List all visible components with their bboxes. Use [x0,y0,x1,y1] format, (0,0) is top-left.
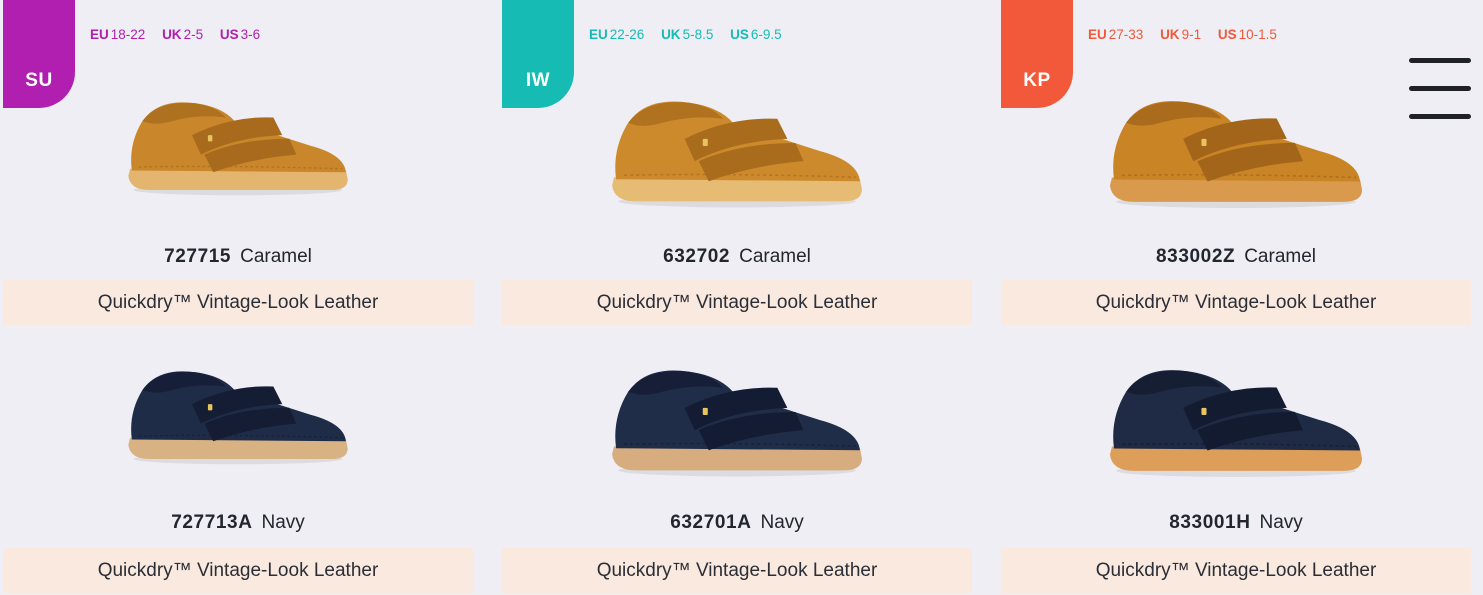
material-label: Quickdry™ Vintage-Look Leather [1001,280,1471,325]
size-chart: EU 27-33 UK 9-1 US 10-1.5 [1088,27,1290,42]
shoe-illustration [1109,101,1363,208]
material-label: Quickdry™ Vintage-Look Leather [502,548,972,593]
product-code: 833002Z [1155,246,1236,267]
product-image[interactable] [3,88,473,218]
product-colour: Caramel [1244,246,1317,267]
product-colour: Navy [760,512,804,533]
product-colour: Navy [261,512,305,533]
menu-bar [1409,86,1471,91]
size-chart: EU 18-22 UK 2-5 US 3-6 [90,27,273,42]
hamburger-menu-icon[interactable] [1409,56,1471,126]
shoe-illustration [128,371,348,465]
material-label: Quickdry™ Vintage-Look Leather [3,280,473,325]
product-code: 632701A [670,512,752,533]
menu-bar [1409,114,1471,119]
product-image[interactable] [502,357,972,485]
product-name[interactable]: 727713A Navy [3,512,473,534]
shoe-illustration [612,370,862,477]
product-image[interactable] [3,357,473,485]
product-range-page: SU EU 18-22 UK 2-5 US 3-6 727715 Caramel Qui… [0,0,1483,595]
size-chart: EU 22-26 UK 5-8.5 US 6-9.5 [589,27,795,42]
shoe-illustration [128,102,348,196]
size-uk: UK 2-5 [162,27,204,42]
product-colour: Caramel [240,246,312,267]
material-label: Quickdry™ Vintage-Look Leather [502,280,972,325]
size-eu: EU 18-22 [90,27,146,42]
size-eu: EU 22-26 [589,27,645,42]
product-name[interactable]: 833002Z Caramel [1001,246,1471,268]
material-label: Quickdry™ Vintage-Look Leather [1001,548,1471,593]
material-label: Quickdry™ Vintage-Look Leather [3,548,473,593]
product-image[interactable] [1001,88,1471,218]
size-us: US 3-6 [219,27,261,42]
shoe-illustration [612,101,862,208]
size-range-column-iw: IW EU 22-26 UK 5-8.5 US 6-9.5 632702 Caramel… [502,0,972,595]
shoe-illustration [1109,370,1363,477]
product-name[interactable]: 833001H Navy [1001,512,1471,534]
size-us: US 6-9.5 [730,27,782,42]
size-uk: UK 9-1 [1160,27,1202,42]
product-code: 727713A [171,512,253,533]
size-us: US 10-1.5 [1217,27,1277,42]
product-name[interactable]: 632701A Navy [502,512,972,534]
product-code: 632702 [663,246,731,267]
product-code: 727715 [164,246,232,267]
product-colour: Caramel [739,246,811,267]
product-name[interactable]: 632702 Caramel [502,246,972,268]
product-image[interactable] [502,88,972,218]
product-name[interactable]: 727715 Caramel [3,246,473,268]
product-colour: Navy [1259,512,1303,533]
size-range-column-kp: KP EU 27-33 UK 9-1 US 10-1.5 833002Z Caramel… [1001,0,1471,595]
size-eu: EU 27-33 [1088,27,1144,42]
product-code: 833001H [1169,512,1251,533]
size-range-column-su: SU EU 18-22 UK 2-5 US 3-6 727715 Caramel Qui… [3,0,473,595]
size-uk: UK 5-8.5 [661,27,714,42]
menu-bar [1409,58,1471,63]
product-image[interactable] [1001,357,1471,485]
